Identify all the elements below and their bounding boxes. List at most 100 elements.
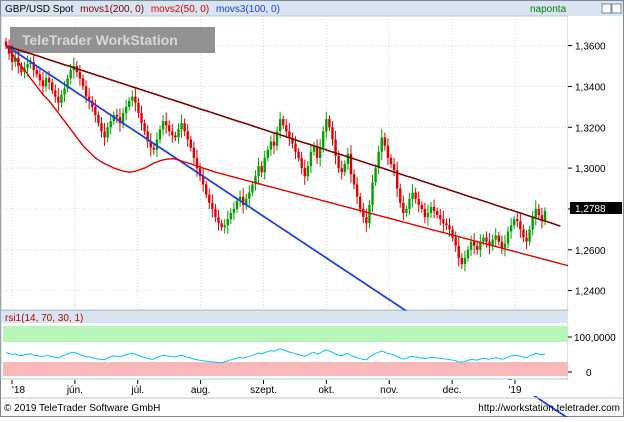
candle-body (543, 210, 547, 222)
candle-body (263, 157, 266, 173)
candle-body (297, 151, 300, 158)
candle-body (386, 145, 390, 158)
candle-body (371, 182, 374, 205)
close-button[interactable] (611, 3, 622, 14)
candle-body (509, 225, 513, 232)
candle-body (408, 198, 411, 209)
candle-body (513, 219, 516, 226)
candle-body (531, 217, 534, 230)
candle-body (355, 184, 359, 197)
candle-body (257, 166, 260, 177)
candle-body (189, 139, 192, 148)
candle-body (451, 229, 454, 238)
candle-body (460, 257, 464, 265)
candle-body (38, 74, 42, 81)
candle-body (35, 70, 38, 75)
candle-body (266, 149, 269, 158)
candle-body (525, 237, 528, 242)
time-tick-label: okt. (318, 385, 334, 396)
candle-body (497, 235, 500, 242)
candle-body (103, 131, 106, 138)
candle-body (57, 96, 60, 103)
candle-body (417, 198, 420, 205)
candle-body (186, 131, 189, 140)
candle-body (368, 204, 371, 224)
price-panel (0, 15, 569, 311)
candle-body (537, 208, 541, 216)
period-label: naponta (530, 4, 567, 15)
candle-body (124, 106, 128, 113)
candle-body (445, 223, 448, 226)
candle-body (516, 219, 519, 222)
chart-svg: GBP/USD Spot movs1(200, 0) movs2(50, 0) … (0, 0, 624, 422)
candle-body (171, 131, 174, 136)
candle-body (448, 225, 451, 230)
candle-body (140, 112, 143, 124)
candle-body (100, 123, 103, 132)
candle-body (44, 78, 48, 87)
series-label: GBP/USD Spot (5, 4, 74, 15)
candle-body (454, 237, 457, 246)
price-tick-label: 1,2600 (575, 246, 606, 257)
candle-body (411, 192, 414, 199)
candle-body (303, 168, 306, 177)
price-axis (568, 16, 623, 310)
candle-body (436, 210, 439, 216)
time-tick-label: jún. (66, 385, 83, 396)
candle-body (309, 151, 313, 167)
candle-body (500, 241, 504, 248)
candle-body (143, 123, 146, 132)
candle-body (318, 147, 322, 158)
candle-body (97, 115, 100, 124)
price-tick-label: 1,3000 (575, 164, 606, 175)
time-tick-label: '18 (12, 385, 25, 396)
candle-body (325, 119, 328, 132)
candle-body (476, 245, 479, 250)
candle-body (506, 231, 510, 244)
price-tick-label: 1,3600 (575, 42, 606, 53)
candle-body (208, 194, 211, 203)
candle-body (183, 123, 186, 132)
candle-body (380, 137, 383, 152)
restore-button[interactable] (601, 3, 612, 14)
time-tick-label: aug. (191, 385, 210, 396)
candle-body (389, 157, 393, 165)
indicator-label-movs1: movs1(200, 0) (80, 4, 144, 15)
candle-body (426, 213, 430, 218)
source-url[interactable]: http://workstation.teletrader.com (478, 403, 620, 414)
candle-body (223, 225, 226, 228)
candle-body (300, 157, 303, 169)
candle-body (134, 96, 137, 103)
candle-body (63, 88, 66, 95)
candle-body (362, 208, 365, 218)
time-tick-label: dec. (443, 385, 462, 396)
header-series-label: GBP/USD Spot movs1(200, 0) movs2(50, 0) … (5, 4, 280, 15)
candle-body (226, 219, 229, 226)
candle-body (217, 217, 220, 224)
candle-body (69, 70, 72, 79)
candle-body (4, 41, 8, 46)
candle-body (420, 204, 423, 209)
candle-body (152, 147, 156, 150)
candle-body (51, 82, 54, 91)
rsi-header: rsi1(14, 70, 30, 1) (5, 313, 83, 324)
rsi-oversold-band (3, 362, 568, 376)
candle-body (472, 241, 476, 246)
candle-body (278, 119, 282, 132)
candle-body (405, 208, 408, 214)
candle-body (164, 121, 168, 126)
candle-body (392, 164, 396, 171)
candle-body (205, 184, 208, 195)
candle-body (328, 119, 331, 128)
candle-body (294, 143, 297, 152)
candle-body (337, 155, 340, 169)
candle-body (306, 166, 310, 177)
candle-body (485, 237, 488, 242)
candle-body (41, 80, 45, 87)
rsi-tick-100: 100,0000 (574, 333, 616, 344)
candle-body (81, 78, 85, 87)
candle-body (109, 121, 112, 128)
candle-body (346, 153, 350, 165)
time-tick-label: '19 (508, 385, 521, 396)
candle-body (47, 78, 51, 83)
